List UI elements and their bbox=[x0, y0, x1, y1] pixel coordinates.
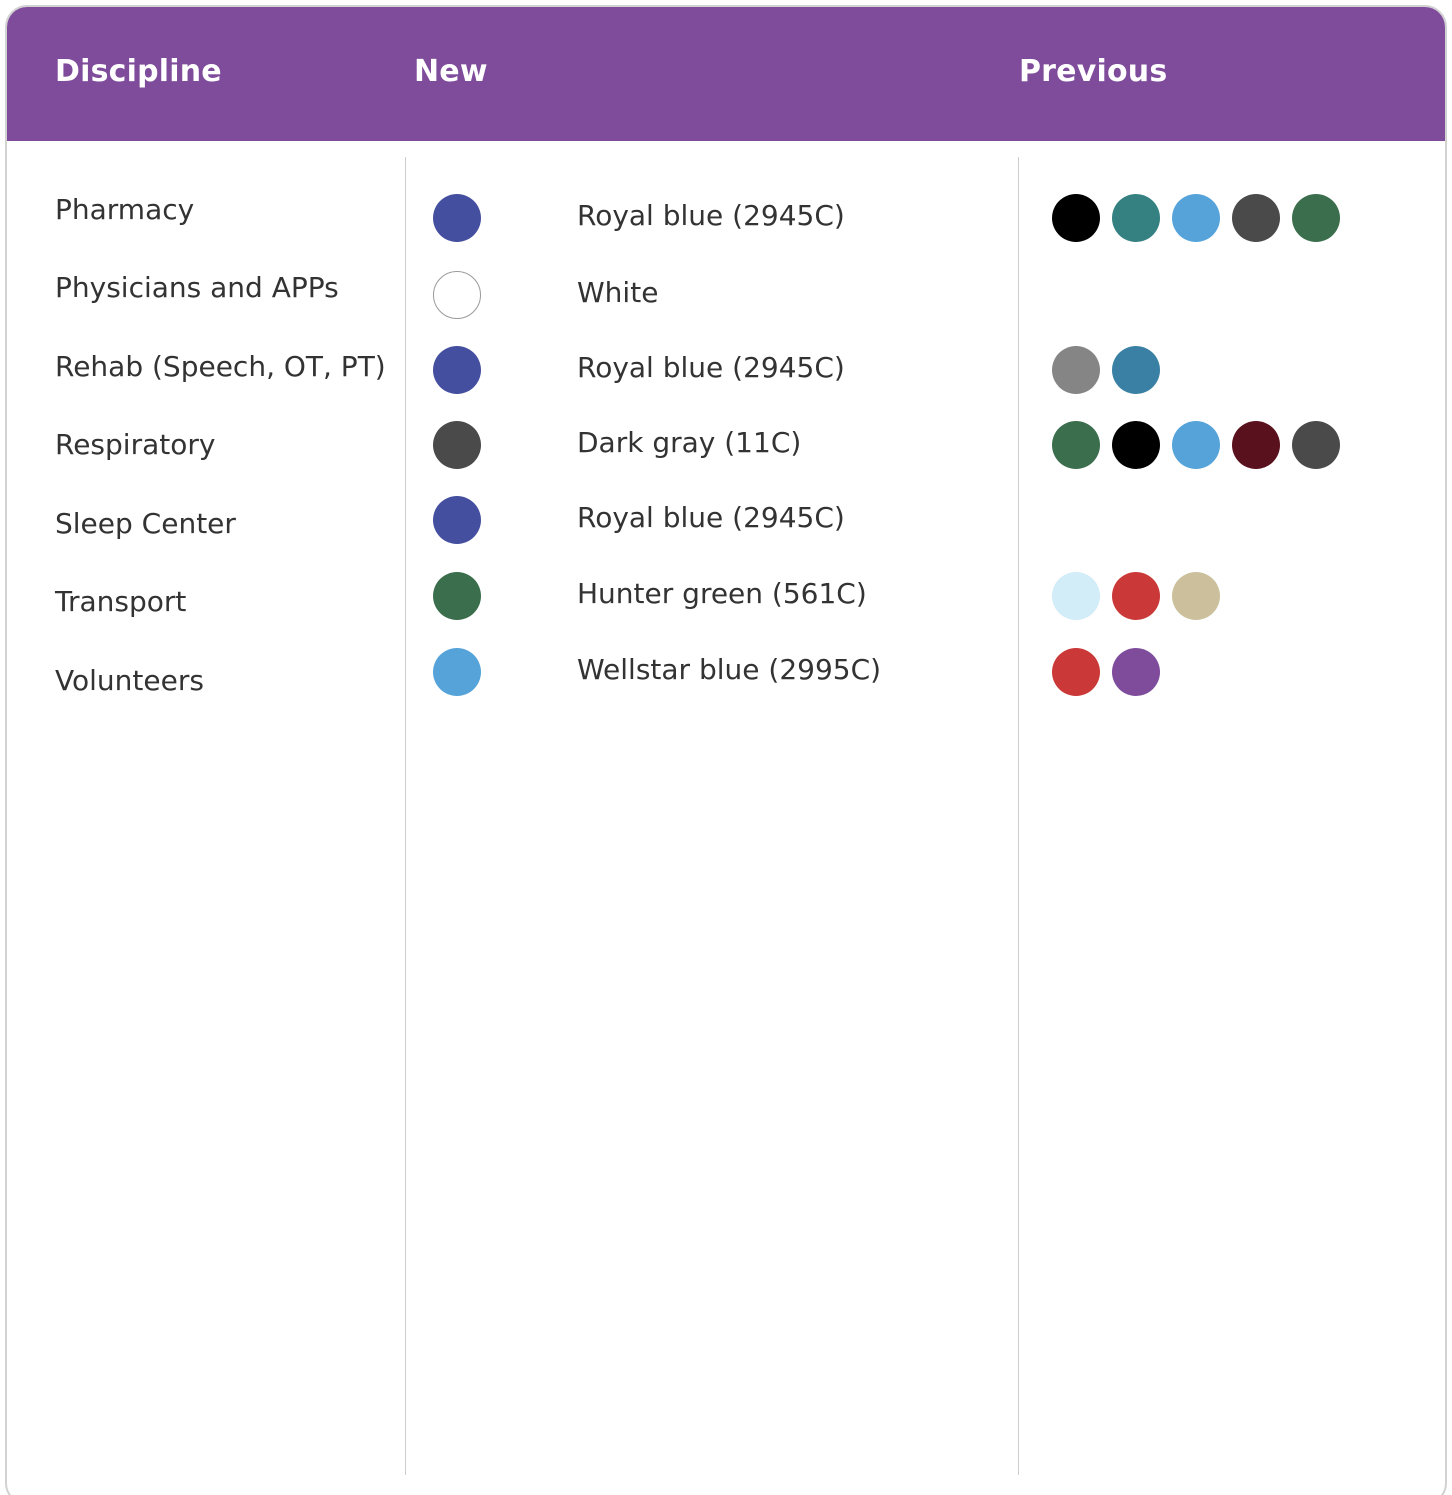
discipline-label: Sleep Center bbox=[55, 507, 236, 540]
new-color-swatch bbox=[433, 572, 481, 620]
new-color-name: White bbox=[577, 276, 659, 309]
new-color-name: Royal blue (2945C) bbox=[577, 351, 845, 384]
previous-color-swatch bbox=[1172, 421, 1220, 469]
previous-color-swatch bbox=[1112, 572, 1160, 620]
discipline-label: Respiratory bbox=[55, 428, 216, 461]
discipline-label: Rehab (Speech, OT, PT) bbox=[55, 350, 386, 383]
previous-color-swatch bbox=[1292, 421, 1340, 469]
table-header: Discipline New Previous bbox=[7, 7, 1445, 141]
discipline-label: Physicians and APPs bbox=[55, 271, 339, 304]
previous-color-swatch bbox=[1052, 648, 1100, 696]
discipline-label: Volunteers bbox=[55, 664, 204, 697]
new-color-swatch bbox=[433, 271, 481, 319]
new-color-swatch bbox=[433, 421, 481, 469]
new-color-swatch bbox=[433, 346, 481, 394]
previous-color-swatch bbox=[1052, 572, 1100, 620]
previous-color-swatch bbox=[1172, 572, 1220, 620]
previous-color-swatch bbox=[1172, 194, 1220, 242]
discipline-label: Pharmacy bbox=[55, 193, 195, 226]
new-color-name: Dark gray (11C) bbox=[577, 426, 802, 459]
previous-color-swatch bbox=[1112, 346, 1160, 394]
column-divider bbox=[1018, 157, 1019, 1475]
new-color-name: Wellstar blue (2995C) bbox=[577, 653, 882, 686]
color-table-card: Discipline New Previous Pharmacy Royal bl… bbox=[5, 5, 1447, 1495]
header-previous: Previous bbox=[1019, 54, 1168, 89]
new-color-name: Royal blue (2945C) bbox=[577, 199, 845, 232]
previous-color-swatch bbox=[1112, 421, 1160, 469]
new-color-swatch bbox=[433, 496, 481, 544]
new-color-swatch bbox=[433, 648, 481, 696]
previous-color-swatch bbox=[1292, 194, 1340, 242]
header-new: New bbox=[414, 54, 488, 89]
previous-color-swatch bbox=[1052, 346, 1100, 394]
new-color-name: Royal blue (2945C) bbox=[577, 501, 845, 534]
previous-color-swatch bbox=[1232, 421, 1280, 469]
discipline-label: Transport bbox=[55, 585, 187, 618]
previous-color-swatch bbox=[1052, 421, 1100, 469]
column-divider bbox=[405, 157, 406, 1475]
previous-color-swatch bbox=[1232, 194, 1280, 242]
previous-color-swatch bbox=[1112, 194, 1160, 242]
new-color-name: Hunter green (561C) bbox=[577, 577, 867, 610]
previous-color-swatch bbox=[1112, 648, 1160, 696]
previous-color-swatch bbox=[1052, 194, 1100, 242]
new-color-swatch bbox=[433, 194, 481, 242]
header-discipline: Discipline bbox=[55, 54, 222, 89]
